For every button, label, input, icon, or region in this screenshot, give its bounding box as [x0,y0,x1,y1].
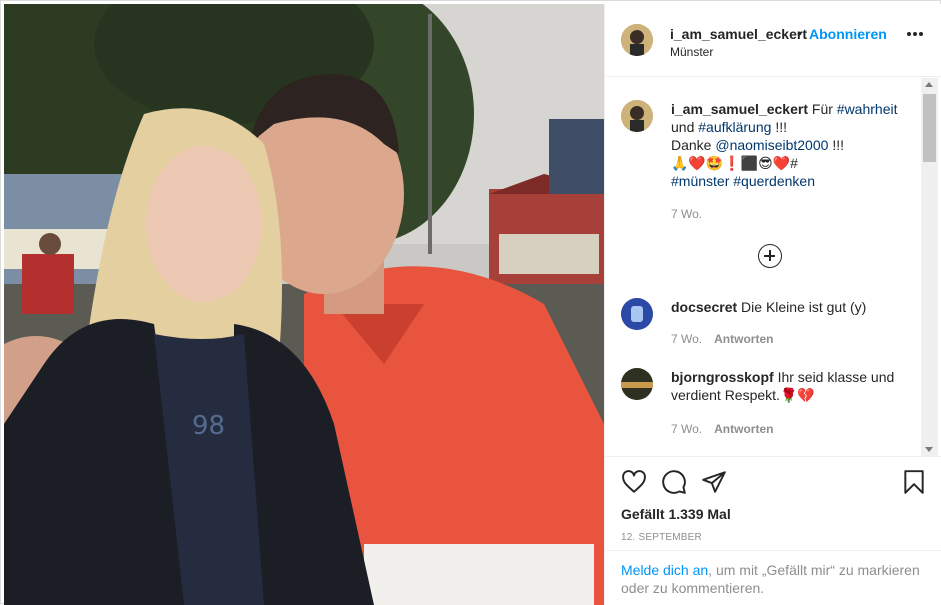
comment-age[interactable]: 7 Wo. [671,332,702,346]
scroll-thumb[interactable] [923,94,936,162]
login-prompt: Melde dich an, um mit „Gefällt mir“ zu m… [605,550,941,605]
scroll-up-arrow-icon[interactable] [925,82,933,87]
svg-text:98: 98 [192,411,225,441]
reply-button[interactable]: Antworten [714,332,773,346]
caption-thanks: Danke [671,137,712,153]
hashtag-link[interactable]: #wahrheit [837,101,898,117]
comment-message: Die Kleine ist gut (y) [741,299,867,315]
caption-prefix: Für [811,101,833,117]
hashtag-link[interactable]: #münster [671,173,729,189]
caption-emojis: 🙏❤️🤩❗⬛😎❤️# [671,155,798,171]
avatar[interactable] [621,24,653,56]
likes-count[interactable]: Gefällt 1.339 Mal [621,506,731,522]
hashtag-link[interactable]: #aufklärung [698,119,771,135]
login-link[interactable]: Melde dich an [621,562,708,578]
user-avatar-image [621,100,653,132]
avatar[interactable] [621,100,653,132]
post-actions: Gefällt 1.339 Mal 12. SEPTEMBER [605,456,941,548]
comments-scrollbar[interactable] [921,78,938,456]
caption-meta: 7 Wo. [671,207,702,221]
user-avatar-image [621,24,653,56]
mention-link[interactable]: @naomiseibt2000 [715,137,828,153]
caption-age[interactable]: 7 Wo. [671,207,702,221]
post-dialog: 98 i_am_samuel_eckert • Abonnieren Münst… [0,0,941,605]
post-location[interactable]: Münster [670,45,713,59]
follow-button[interactable]: Abonnieren [809,26,887,42]
comment-text: docsecret Die Kleine ist gut (y) [671,298,916,316]
comment-item: docsecret Die Kleine ist gut (y) 7 Wo. An… [621,298,911,348]
avatar[interactable] [621,368,653,400]
comment-meta: 7 Wo. Antworten [671,332,773,346]
comment-username[interactable]: bjorngrosskopf [671,369,774,385]
comment-age[interactable]: 7 Wo. [671,422,702,436]
comment-bubble-icon[interactable] [661,469,687,495]
scroll-down-arrow-icon[interactable] [925,447,933,452]
post-header: i_am_samuel_eckert • Abonnieren Münster [605,4,941,77]
heart-icon[interactable] [621,469,647,495]
avatar[interactable] [621,298,653,330]
header-separator: • [797,25,802,41]
comment-item: bjorngrosskopf Ihr seid klasse und verdi… [621,368,911,438]
post-side-panel: i_am_samuel_eckert • Abonnieren Münster [604,4,941,605]
caption-text: i_am_samuel_eckert Für #wahrheit und #au… [671,100,916,190]
post-photo[interactable]: 98 [4,4,604,605]
bookmark-icon[interactable] [901,469,927,495]
caption-item: i_am_samuel_eckert Für #wahrheit und #au… [621,100,911,221]
post-author-username[interactable]: i_am_samuel_eckert [670,26,807,42]
hashtag-link[interactable]: #querdenken [733,173,815,189]
comment-meta: 7 Wo. Antworten [671,422,773,436]
post-photo-illustration: 98 [4,4,604,605]
user-avatar-image [621,368,653,400]
reply-button[interactable]: Antworten [714,422,773,436]
caption-exclaim: !!! [775,119,787,135]
more-horizontal-icon[interactable] [907,32,923,38]
post-date[interactable]: 12. SEPTEMBER [621,532,702,543]
caption-username[interactable]: i_am_samuel_eckert [671,101,808,117]
comment-username[interactable]: docsecret [671,299,737,315]
user-avatar-image [621,298,653,330]
paper-plane-icon[interactable] [701,469,727,495]
plus-circle-icon[interactable] [758,244,782,268]
caption-and: und [671,119,695,135]
caption-exclaim-2: !!! [832,137,844,153]
comment-text: bjorngrosskopf Ihr seid klasse und verdi… [671,368,916,404]
comments-list: i_am_samuel_eckert Für #wahrheit und #au… [605,78,941,456]
